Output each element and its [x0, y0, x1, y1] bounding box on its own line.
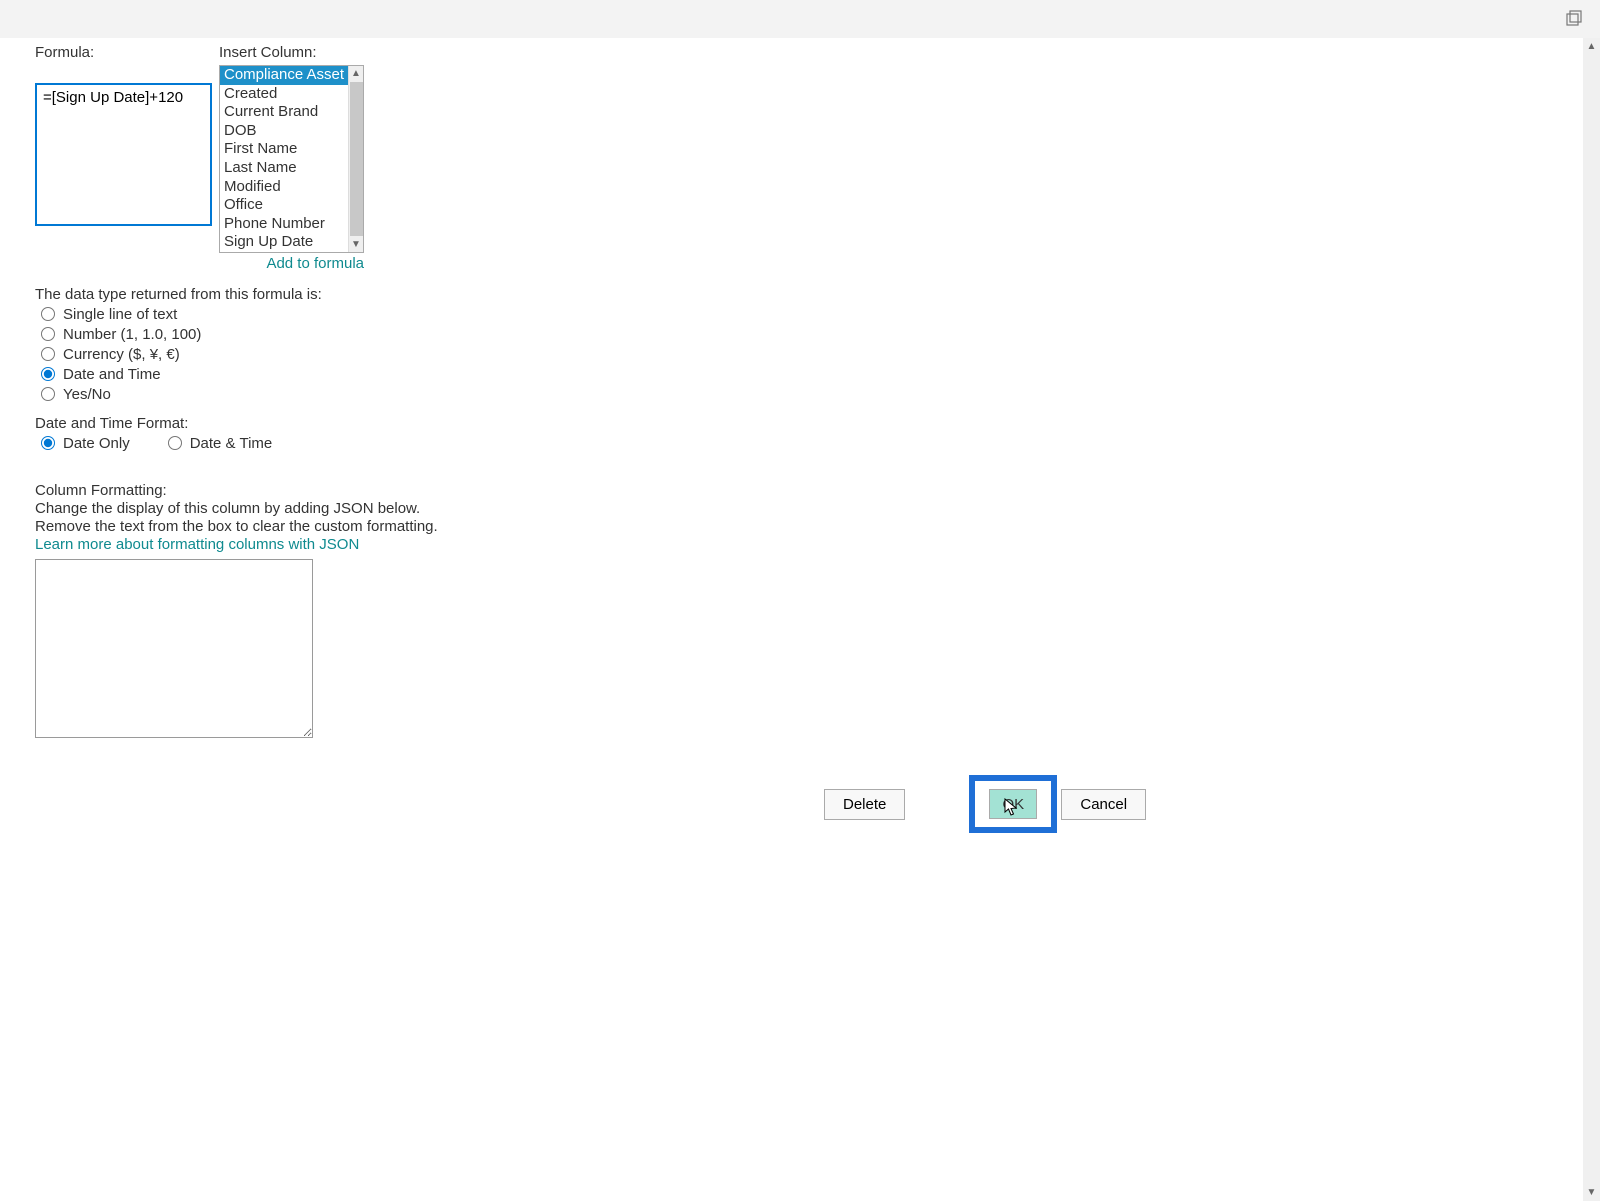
- column-option[interactable]: Current Brand: [220, 103, 348, 122]
- delete-button[interactable]: Delete: [824, 789, 905, 820]
- radio-date-and-time-label: Date & Time: [190, 435, 273, 452]
- radio-date-only-label: Date Only: [63, 435, 130, 452]
- column-option[interactable]: Phone Number: [220, 215, 348, 234]
- radio-date-and-time[interactable]: Date & Time: [168, 435, 273, 452]
- learn-more-link[interactable]: Learn more about formatting columns with…: [35, 536, 1600, 553]
- radio-date-only[interactable]: Date Only: [41, 435, 130, 452]
- column-option[interactable]: Modified: [220, 178, 348, 197]
- radio-date-only-input[interactable]: [41, 436, 55, 450]
- insert-column-label: Insert Column:: [219, 44, 364, 61]
- maximize-icon[interactable]: [1566, 10, 1582, 26]
- column-option[interactable]: Compliance Asset Id: [220, 66, 348, 85]
- radio-currency-label: Currency ($, ¥, €): [63, 346, 180, 363]
- column-option[interactable]: DOB: [220, 122, 348, 141]
- column-formatting-desc2: Remove the text from the box to clear th…: [35, 518, 1600, 535]
- formula-input[interactable]: [35, 83, 212, 226]
- json-formatting-input[interactable]: [35, 559, 313, 738]
- radio-date-time-label: Date and Time: [63, 366, 161, 383]
- radio-currency-input[interactable]: [41, 347, 55, 361]
- listbox-scrollbar[interactable]: ▲ ▼: [348, 66, 363, 252]
- form-content: Formula: Insert Column: Compliance Asset…: [35, 44, 1600, 742]
- date-time-format-label: Date and Time Format:: [35, 415, 1600, 432]
- ok-button-label: OK: [1003, 796, 1025, 813]
- radio-yes-no-label: Yes/No: [63, 386, 111, 403]
- column-formatting-desc1: Change the display of this column by add…: [35, 500, 1600, 517]
- scroll-up-icon[interactable]: ▲: [349, 66, 364, 81]
- ok-button-highlight: OK: [969, 775, 1057, 833]
- radio-single-line-input[interactable]: [41, 307, 55, 321]
- formula-label: Formula:: [35, 44, 212, 61]
- scroll-down-icon[interactable]: ▼: [1583, 1184, 1600, 1201]
- scroll-thumb[interactable]: [350, 82, 363, 236]
- radio-date-and-time-input[interactable]: [168, 436, 182, 450]
- ok-button[interactable]: OK: [989, 789, 1037, 819]
- radio-date-time[interactable]: Date and Time: [41, 366, 1600, 383]
- scroll-down-icon[interactable]: ▼: [349, 237, 364, 252]
- column-formatting-label: Column Formatting:: [35, 482, 1600, 499]
- button-bar: Delete OK Cancel: [824, 775, 1146, 833]
- radio-yes-no[interactable]: Yes/No: [41, 386, 1600, 403]
- add-to-formula-link[interactable]: Add to formula: [219, 255, 364, 272]
- radio-number-input[interactable]: [41, 327, 55, 341]
- column-option[interactable]: Created: [220, 85, 348, 104]
- radio-date-time-input[interactable]: [41, 367, 55, 381]
- column-option[interactable]: Last Name: [220, 159, 348, 178]
- radio-yes-no-input[interactable]: [41, 387, 55, 401]
- radio-single-line-label: Single line of text: [63, 306, 177, 323]
- top-bar: [0, 0, 1600, 38]
- cancel-button[interactable]: Cancel: [1061, 789, 1146, 820]
- column-option[interactable]: Office: [220, 196, 348, 215]
- column-option[interactable]: First Name: [220, 140, 348, 159]
- radio-number-label: Number (1, 1.0, 100): [63, 326, 201, 343]
- column-listbox[interactable]: Compliance Asset IdCreatedCurrent BrandD…: [219, 65, 364, 253]
- column-option[interactable]: Sign Up Date: [220, 233, 348, 252]
- data-type-label: The data type returned from this formula…: [35, 286, 1600, 303]
- radio-currency[interactable]: Currency ($, ¥, €): [41, 346, 1600, 363]
- radio-single-line[interactable]: Single line of text: [41, 306, 1600, 323]
- radio-number[interactable]: Number (1, 1.0, 100): [41, 326, 1600, 343]
